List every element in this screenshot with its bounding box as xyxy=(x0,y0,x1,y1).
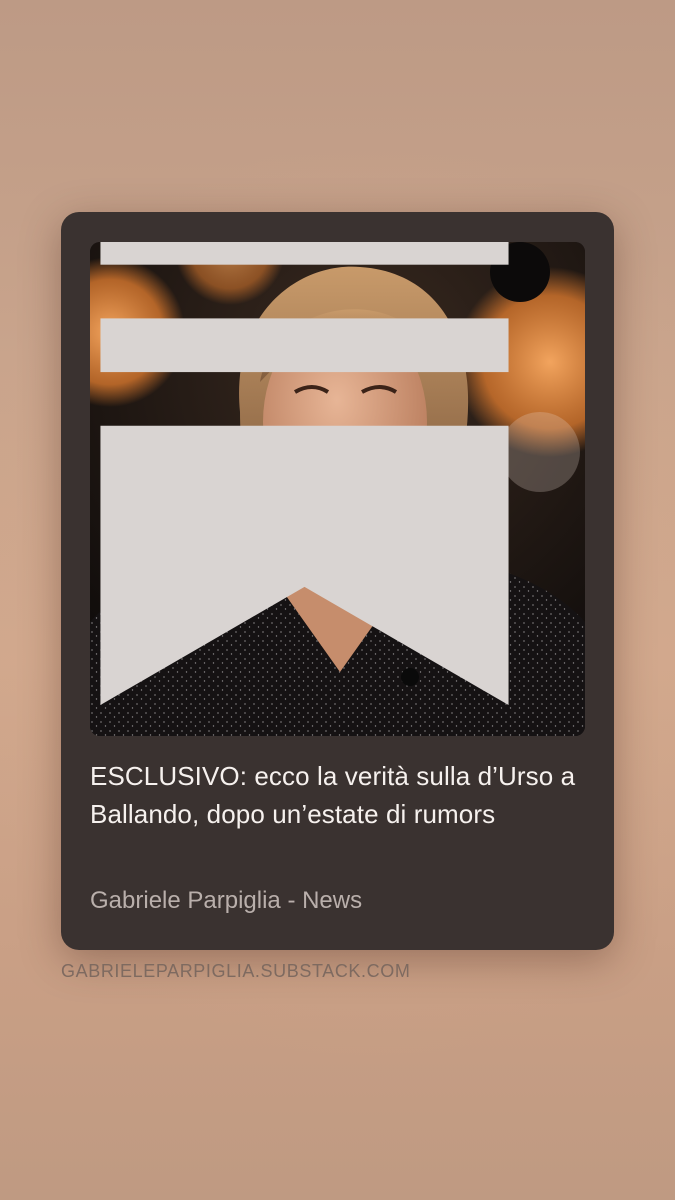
post-byline: Gabriele Parpiglia - News xyxy=(90,887,363,914)
post-image[interactable] xyxy=(90,242,585,736)
post-title[interactable]: ESCLUSIVO: ecco la verità sulla d’Urso a… xyxy=(90,757,585,833)
post-card[interactable]: ESCLUSIVO: ecco la verità sulla d’Urso a… xyxy=(61,212,614,950)
bookmark-icon[interactable] xyxy=(90,242,552,705)
source-domain[interactable]: GABRIELEPARPIGLIA.SUBSTACK.COM xyxy=(61,960,410,982)
